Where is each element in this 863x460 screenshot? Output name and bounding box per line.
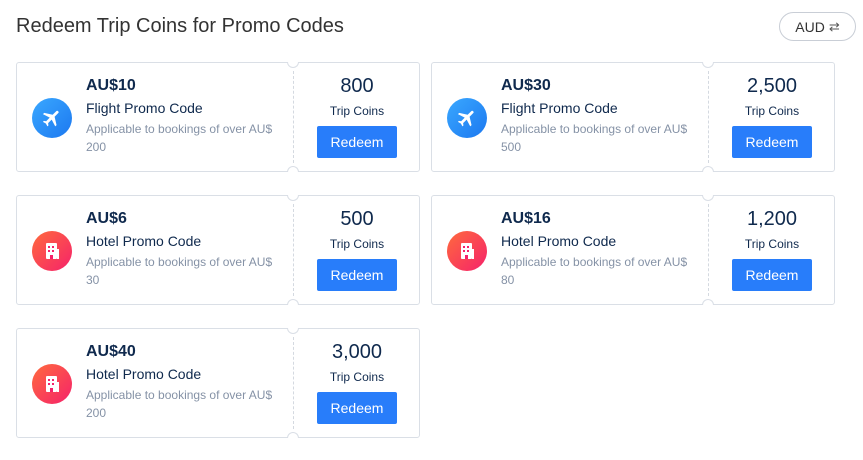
promo-card-hotel-40: AU$40 Hotel Promo Code Applicable to boo… xyxy=(16,328,420,438)
coin-cost-label: Trip Coins xyxy=(329,370,385,384)
redeem-panel: 500 Trip Coins Redeem xyxy=(294,196,420,304)
promo-card-flight-30: AU$30 Flight Promo Code Applicable to bo… xyxy=(431,62,835,172)
promo-amount: AU$40 xyxy=(86,343,136,360)
currency-label: AUD xyxy=(795,18,825,35)
redeem-button[interactable]: Redeem xyxy=(317,392,397,424)
hotel-building-icon xyxy=(32,364,72,404)
coin-cost: 2,500 xyxy=(746,75,798,97)
coin-cost-label: Trip Coins xyxy=(329,237,385,251)
coin-cost: 3,000 xyxy=(331,341,383,363)
coin-cost-label: Trip Coins xyxy=(744,237,800,251)
promo-type: Flight Promo Code xyxy=(86,100,203,116)
promo-description: Applicable to bookings of over AU$ 500 xyxy=(501,122,688,154)
coin-cost: 500 xyxy=(340,208,374,230)
hotel-building-icon xyxy=(32,231,72,271)
promo-description: Applicable to bookings of over AU$ 200 xyxy=(86,122,273,154)
promo-amount: AU$6 xyxy=(86,210,127,227)
promo-card-hotel-6: AU$6 Hotel Promo Code Applicable to book… xyxy=(16,195,420,305)
promo-description: Applicable to bookings of over AU$ 200 xyxy=(86,388,273,420)
redeem-panel: 1,200 Trip Coins Redeem xyxy=(709,196,835,304)
coin-cost-label: Trip Coins xyxy=(329,104,385,118)
hotel-building-icon xyxy=(447,231,487,271)
redeem-button[interactable]: Redeem xyxy=(732,126,812,158)
promo-card-hotel-16: AU$16 Hotel Promo Code Applicable to boo… xyxy=(431,195,835,305)
redeem-button[interactable]: Redeem xyxy=(317,126,397,158)
promo-type: Hotel Promo Code xyxy=(501,233,617,249)
redeem-button[interactable]: Redeem xyxy=(732,259,812,291)
redeem-button[interactable]: Redeem xyxy=(317,259,397,291)
airplane-icon xyxy=(32,98,72,138)
promo-type: Hotel Promo Code xyxy=(86,366,202,382)
promo-card-flight-10: AU$10 Flight Promo Code Applicable to bo… xyxy=(16,62,420,172)
coin-cost: 1,200 xyxy=(746,208,798,230)
redeem-panel: 800 Trip Coins Redeem xyxy=(294,63,420,171)
promo-type: Hotel Promo Code xyxy=(86,233,202,249)
coin-cost: 800 xyxy=(340,75,374,97)
promo-amount: AU$30 xyxy=(501,77,551,94)
promo-amount: AU$16 xyxy=(501,210,551,227)
currency-selector-button[interactable]: AUD ⇄ xyxy=(779,12,856,41)
promo-description: Applicable to bookings of over AU$ 30 xyxy=(86,255,273,287)
page-title: Redeem Trip Coins for Promo Codes xyxy=(16,15,344,37)
airplane-icon xyxy=(447,98,487,138)
swap-arrows-icon: ⇄ xyxy=(828,18,840,34)
promo-type: Flight Promo Code xyxy=(501,100,618,116)
promo-amount: AU$10 xyxy=(86,77,136,94)
promo-description: Applicable to bookings of over AU$ 80 xyxy=(501,255,688,287)
redeem-panel: 3,000 Trip Coins Redeem xyxy=(294,329,420,437)
redeem-panel: 2,500 Trip Coins Redeem xyxy=(709,63,835,171)
coin-cost-label: Trip Coins xyxy=(744,104,800,118)
